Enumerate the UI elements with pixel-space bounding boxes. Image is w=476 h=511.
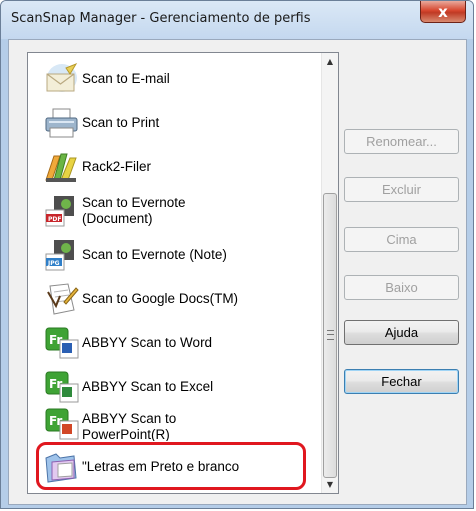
profile-item-scan-to-print[interactable]: Scan to Print bbox=[44, 101, 314, 145]
delete-button[interactable]: Excluir bbox=[344, 177, 459, 202]
window-title: ScanSnap Manager - Gerenciamento de perf… bbox=[11, 11, 311, 26]
svg-text:PDF: PDF bbox=[48, 216, 61, 223]
abbyy-powerpoint-icon: Fr bbox=[44, 407, 80, 441]
google-docs-icon bbox=[44, 282, 80, 316]
profile-item-abbyy-word[interactable]: Fr ABBYY Scan to Word bbox=[44, 321, 314, 365]
profile-item-evernote-document[interactable]: PDF Scan to Evernote (Document) bbox=[44, 189, 314, 233]
vertical-scrollbar[interactable]: ▲ ▼ bbox=[321, 53, 338, 493]
abbyy-excel-icon: Fr bbox=[44, 370, 80, 404]
evernote-jpg-icon: JPG bbox=[44, 238, 80, 272]
email-envelope-icon bbox=[44, 62, 80, 96]
chevron-down-icon: ▼ bbox=[326, 480, 334, 489]
svg-text:JPG: JPG bbox=[47, 260, 60, 267]
move-up-button[interactable]: Cima bbox=[344, 227, 459, 252]
profile-label: Rack2-Filer bbox=[82, 159, 152, 174]
profile-item-rack2-filer[interactable]: Rack2-Filer bbox=[44, 145, 314, 189]
printer-icon bbox=[44, 106, 80, 140]
rack2-filer-icon bbox=[44, 150, 80, 184]
grip-icon bbox=[327, 330, 334, 340]
scroll-thumb[interactable] bbox=[323, 193, 337, 478]
profile-item-evernote-note[interactable]: JPG Scan to Evernote (Note) bbox=[44, 233, 314, 277]
profile-item-abbyy-powerpoint[interactable]: Fr ABBYY Scan to PowerPoint(R) bbox=[44, 407, 314, 441]
dialog-client-area: Scan to E-mail Scan to Print Rack2-Filer… bbox=[8, 39, 467, 505]
selection-highlight bbox=[36, 442, 306, 490]
close-icon: x bbox=[438, 2, 448, 21]
profile-item-scan-to-email[interactable]: Scan to E-mail bbox=[44, 57, 314, 101]
scroll-up-button[interactable]: ▲ bbox=[322, 53, 338, 70]
profile-label: Scan to E-mail bbox=[82, 71, 170, 86]
chevron-up-icon: ▲ bbox=[326, 57, 334, 66]
profile-label: Scan to Evernote (Note) bbox=[82, 247, 227, 262]
profile-label: ABBYY Scan to Excel bbox=[82, 379, 214, 394]
close-window-button[interactable]: x bbox=[420, 1, 466, 23]
profile-label: Scan to Print bbox=[82, 115, 160, 130]
move-down-button[interactable]: Baixo bbox=[344, 275, 459, 300]
help-button[interactable]: Ajuda bbox=[344, 320, 459, 345]
profile-label: ABBYY Scan to Word bbox=[82, 335, 213, 350]
profile-label: ABBYY Scan to PowerPoint(R) bbox=[82, 411, 177, 441]
profile-item-google-docs[interactable]: Scan to Google Docs(TM) bbox=[44, 277, 314, 321]
profile-item-abbyy-excel[interactable]: Fr ABBYY Scan to Excel bbox=[44, 365, 314, 409]
profile-list[interactable]: Scan to E-mail Scan to Print Rack2-Filer… bbox=[27, 52, 339, 494]
dialog-window: ScanSnap Manager - Gerenciamento de perf… bbox=[0, 0, 474, 509]
rename-button[interactable]: Renomear... bbox=[344, 129, 459, 154]
profile-label: Scan to Google Docs(TM) bbox=[82, 291, 239, 306]
scroll-down-button[interactable]: ▼ bbox=[322, 476, 338, 493]
close-button[interactable]: Fechar bbox=[344, 369, 459, 394]
title-bar[interactable]: ScanSnap Manager - Gerenciamento de perf… bbox=[1, 1, 473, 39]
profile-label: Scan to Evernote (Document) bbox=[82, 195, 186, 226]
abbyy-word-icon: Fr bbox=[44, 326, 80, 360]
evernote-pdf-icon: PDF bbox=[44, 194, 80, 228]
